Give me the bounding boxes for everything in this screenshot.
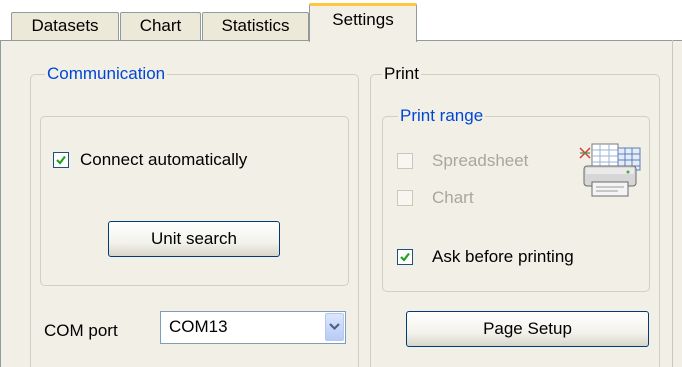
connect-automatically-label: Connect automatically: [80, 150, 248, 169]
chart-label: Chart: [432, 188, 474, 207]
chart-checkbox[interactable]: [397, 190, 413, 206]
tab-chart-label: Chart: [139, 16, 182, 35]
com-port-select[interactable]: COM13: [160, 311, 346, 344]
checkmark-icon: [56, 155, 66, 165]
spreadsheet-checkbox[interactable]: [397, 153, 413, 169]
chevron-down-icon: [329, 323, 340, 331]
printer-spreadsheet-icon: [579, 143, 641, 197]
tab-datasets[interactable]: Datasets: [11, 12, 119, 40]
connect-inner-group: [40, 116, 349, 286]
tab-chart[interactable]: Chart: [120, 12, 201, 40]
panel-right-border: [672, 40, 673, 367]
tab-settings[interactable]: Settings: [309, 3, 417, 42]
page-setup-button[interactable]: Page Setup: [406, 311, 649, 347]
ask-before-printing-label: Ask before printing: [432, 247, 574, 266]
tab-datasets-label: Datasets: [31, 16, 99, 35]
com-port-value: COM13: [169, 317, 228, 336]
print-title: Print: [382, 64, 421, 84]
com-port-label: COM port: [44, 321, 118, 340]
tab-statistics-label: Statistics: [221, 16, 290, 35]
ask-before-printing-checkbox[interactable]: [397, 249, 413, 265]
spreadsheet-label: Spreadsheet: [432, 151, 529, 170]
checkmark-icon: [400, 252, 410, 262]
tab-strip: Datasets Chart Statistics Settings: [0, 0, 682, 42]
print-range-title: Print range: [398, 106, 486, 126]
tab-statistics[interactable]: Statistics: [202, 12, 309, 40]
unit-search-button[interactable]: Unit search: [108, 221, 280, 257]
connect-automatically-checkbox[interactable]: [53, 152, 69, 168]
com-port-dropdown-button[interactable]: [325, 313, 344, 341]
tab-settings-label: Settings: [332, 10, 394, 29]
communication-title: Communication: [45, 64, 168, 84]
